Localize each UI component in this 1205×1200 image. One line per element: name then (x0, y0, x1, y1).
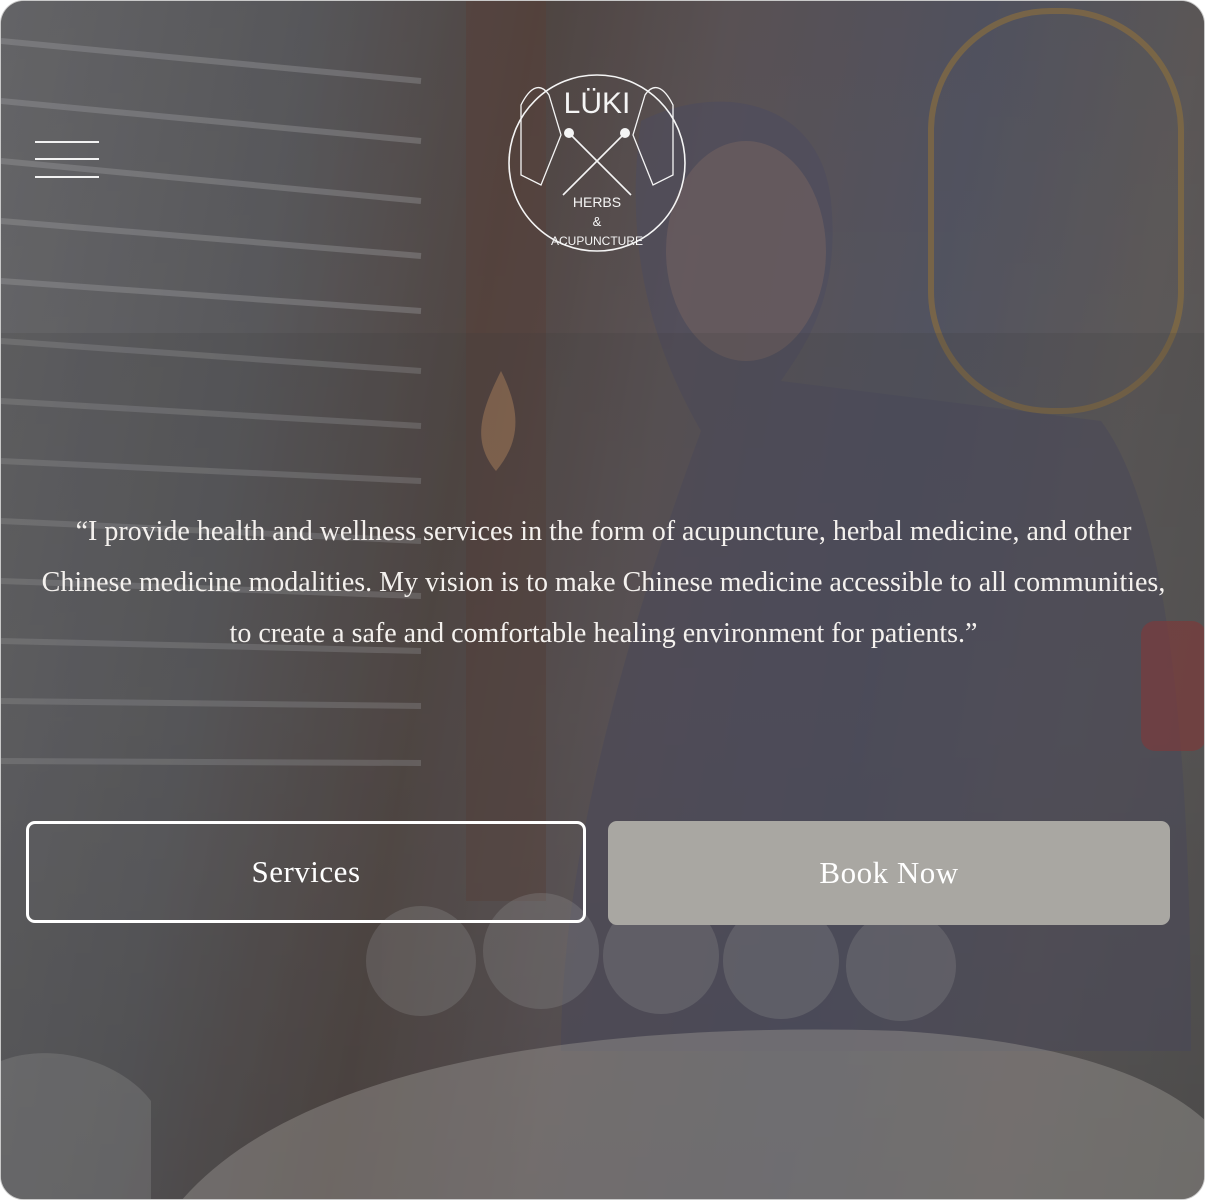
hero-section: LÜKI HERBS & ACUPUNCTURE “I provide heal… (0, 0, 1205, 1200)
logo-herbs: HERBS (573, 194, 621, 210)
content-band (1, 333, 1204, 1199)
menu-line (35, 176, 99, 178)
book-now-button[interactable]: Book Now (608, 821, 1170, 925)
luki-logo[interactable]: LÜKI HERBS & ACUPUNCTURE (501, 65, 693, 257)
logo-acupuncture: ACUPUNCTURE (551, 234, 643, 248)
menu-line (35, 141, 99, 143)
logo-ampersand: & (593, 214, 602, 229)
logo-title: LÜKI (564, 87, 631, 120)
hero-quote: “I provide health and wellness services … (41, 516, 1166, 649)
menu-line (35, 158, 99, 160)
services-button[interactable]: Services (26, 821, 586, 923)
hamburger-menu-icon[interactable] (35, 141, 99, 179)
